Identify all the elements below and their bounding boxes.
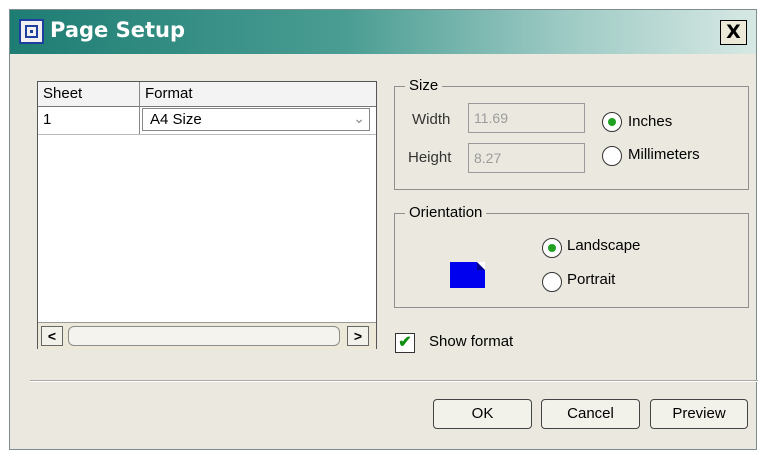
height-field[interactable]: 8.27 [468,143,585,173]
height-value: 8.27 [474,150,502,166]
inches-radio[interactable] [602,112,622,132]
width-value: 11.69 [474,110,508,126]
size-group: Size [394,77,749,190]
preview-button[interactable]: Preview [650,399,748,429]
table-header: Sheet Format [38,82,376,107]
width-label: Width [412,111,451,128]
window-title: Page Setup [50,18,185,42]
table-row[interactable]: 1 A4 Size ⌄ [38,106,376,135]
title-bar: Page Setup X [10,10,756,54]
show-format-label: Show format [429,333,514,350]
close-button[interactable]: X [720,20,747,45]
landscape-radio[interactable] [542,238,562,258]
cancel-button[interactable]: Cancel [541,399,640,429]
horizontal-scrollbar[interactable]: < > [38,322,376,349]
column-header-format: Format [145,85,193,102]
size-legend: Size [405,77,443,94]
page-setup-icon [19,19,44,44]
width-field[interactable]: 11.69 [468,103,585,133]
cell-sheet: 1 [43,111,52,128]
landscape-page-icon [450,262,485,288]
scroll-left-button[interactable]: < [41,326,63,346]
ok-button[interactable]: OK [433,399,532,429]
page-setup-dialog: Page Setup X Sheet Format 1 A4 Size ⌄ < … [9,9,758,450]
portrait-label: Portrait [567,271,616,288]
sheet-format-table: Sheet Format 1 A4 Size ⌄ < > [37,81,377,349]
scroll-thumb[interactable] [68,326,340,346]
show-format-checkbox[interactable]: ✔ [395,333,415,353]
millimeters-label: Millimeters [628,146,700,163]
format-select[interactable]: A4 Size ⌄ [142,108,370,131]
landscape-label: Landscape [567,237,641,254]
divider [30,380,758,382]
inches-label: Inches [628,113,673,130]
portrait-radio[interactable] [542,272,562,292]
height-label: Height [408,149,452,166]
chevron-down-icon[interactable]: ⌄ [353,110,365,127]
format-select-value: A4 Size [150,111,202,128]
orientation-group: Orientation [394,204,749,308]
scroll-right-button[interactable]: > [347,326,369,346]
column-header-sheet: Sheet [43,85,83,102]
millimeters-radio[interactable] [602,146,622,166]
orientation-legend: Orientation [405,204,487,221]
